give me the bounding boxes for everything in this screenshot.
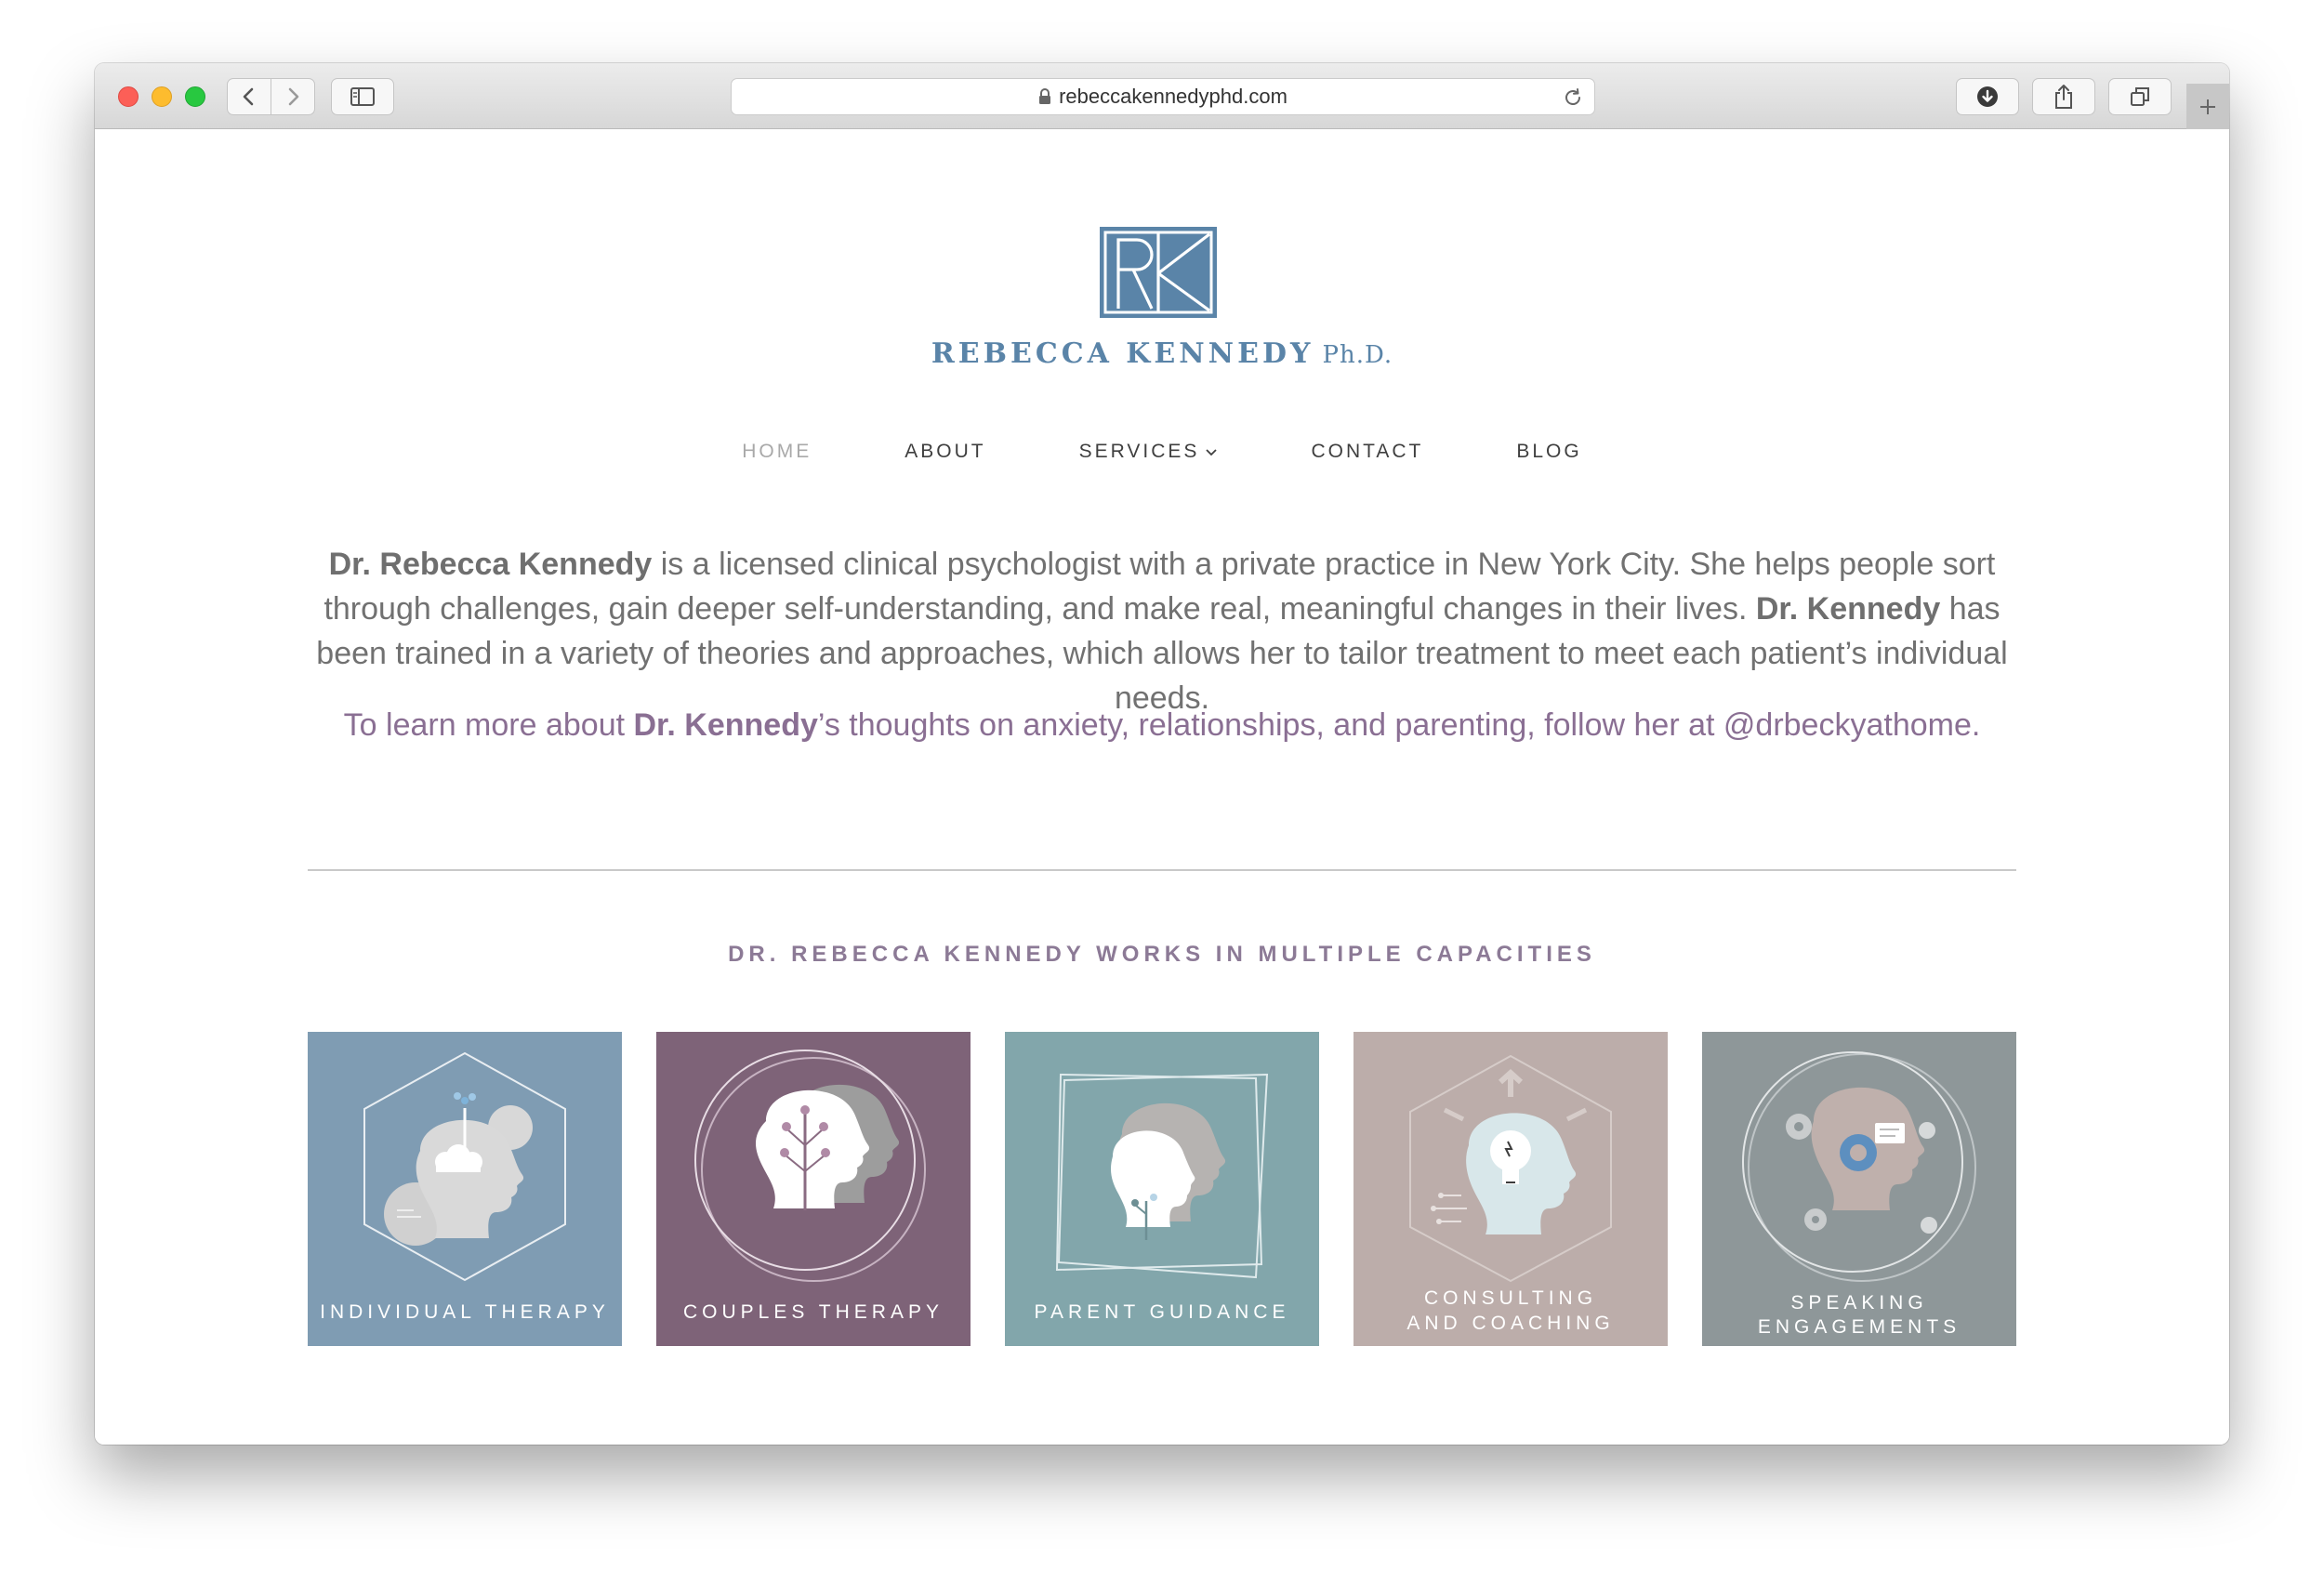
lock-icon [1038,88,1051,105]
browser-toolbar: rebeccakennedyphd.com [95,63,2229,129]
zoom-window-button[interactable] [185,86,205,107]
tile-speaking-engagements[interactable]: SPEAKING ENGAGEMENTS [1702,1032,2016,1346]
brand-name: REBECCA KENNEDY [931,337,1314,370]
tile-consulting-and-coaching[interactable]: CONSULTING AND COACHING [1353,1032,1668,1346]
capacities-grid: INDIVIDUAL THERAPY COUPLES THERAPY PAREN… [308,1032,2016,1346]
download-icon [1977,86,1998,107]
share-icon [2055,85,2072,109]
tile-label: CONSULTING [1423,1287,1598,1309]
intro-paragraph: Dr. Rebecca Kennedy is a licensed clinic… [295,542,2029,720]
tile-parent-guidance[interactable]: PARENT GUIDANCE [1005,1032,1319,1346]
tile-label-line-2: ENGAGEMENTS [1757,1316,1961,1338]
chevron-left-icon [243,87,254,106]
address-bar[interactable]: rebeccakennedyphd.com [731,78,1595,115]
sidebar-icon [350,87,375,106]
tile-couples-therapy[interactable]: COUPLES THERAPY [656,1032,971,1346]
url-text: rebeccakennedyphd.com [1059,85,1287,108]
nav-about[interactable]: ABOUT [858,433,1032,470]
intro-name: Dr. Rebecca Kennedy [328,547,653,582]
section-divider [308,869,2016,871]
follow-text-1: To learn more about [343,707,634,743]
minimize-window-button[interactable] [152,86,172,107]
main-navigation: HOME ABOUT SERVICES CONTACT BLOG [95,433,2229,470]
tile-label-line-2: AND COACHING [1406,1313,1615,1334]
nav-blog[interactable]: BLOG [1470,433,1628,470]
sidebar-toggle-button[interactable] [331,78,394,115]
close-window-button[interactable] [118,86,139,107]
nav-services-label: SERVICES [1078,441,1200,462]
chevron-right-icon [288,87,299,106]
forward-button[interactable] [271,78,315,115]
plus-icon [2200,99,2215,114]
nav-contact[interactable]: CONTACT [1264,433,1470,470]
intro-name-2: Dr. Kennedy [1755,591,1941,627]
reload-icon[interactable] [1563,87,1583,108]
tile-label: PARENT GUIDANCE [1034,1301,1290,1323]
rk-logo-icon[interactable] [1100,227,1217,318]
new-tab-button[interactable] [2186,84,2229,129]
tile-label: INDIVIDUAL THERAPY [320,1301,610,1323]
web-page: REBECCA KENNEDY Ph.D. HOME ABOUT SERVICE… [95,129,2229,1445]
nav-home[interactable]: HOME [695,433,858,470]
share-button[interactable] [2032,78,2095,115]
brand-credential: Ph.D. [1322,341,1393,369]
tabs-overview-icon [2131,87,2149,106]
follow-name: Dr. Kennedy [633,707,818,743]
follow-paragraph: To learn more about Dr. Kennedy’s though… [337,704,1987,746]
tile-label: SPEAKING [1790,1292,1928,1314]
nav-services[interactable]: SERVICES [1033,433,1265,470]
tile-individual-therapy[interactable]: INDIVIDUAL THERAPY [308,1032,622,1346]
show-tabs-button[interactable] [2108,78,2172,115]
tile-label: COUPLES THERAPY [682,1301,944,1323]
brand-wordmark[interactable]: REBECCA KENNEDY Ph.D. [95,337,2229,370]
browser-window: rebeccakennedyphd.com REBECCA KENNEDY Ph… [95,63,2229,1445]
chevron-down-icon [1205,447,1218,456]
downloads-button[interactable] [1956,78,2019,115]
back-button[interactable] [227,78,271,115]
follow-text-2: ’s thoughts on anxiety, relationships, a… [817,707,1981,743]
capacities-title: DR. REBECCA KENNEDY WORKS IN MULTIPLE CA… [728,942,1596,967]
